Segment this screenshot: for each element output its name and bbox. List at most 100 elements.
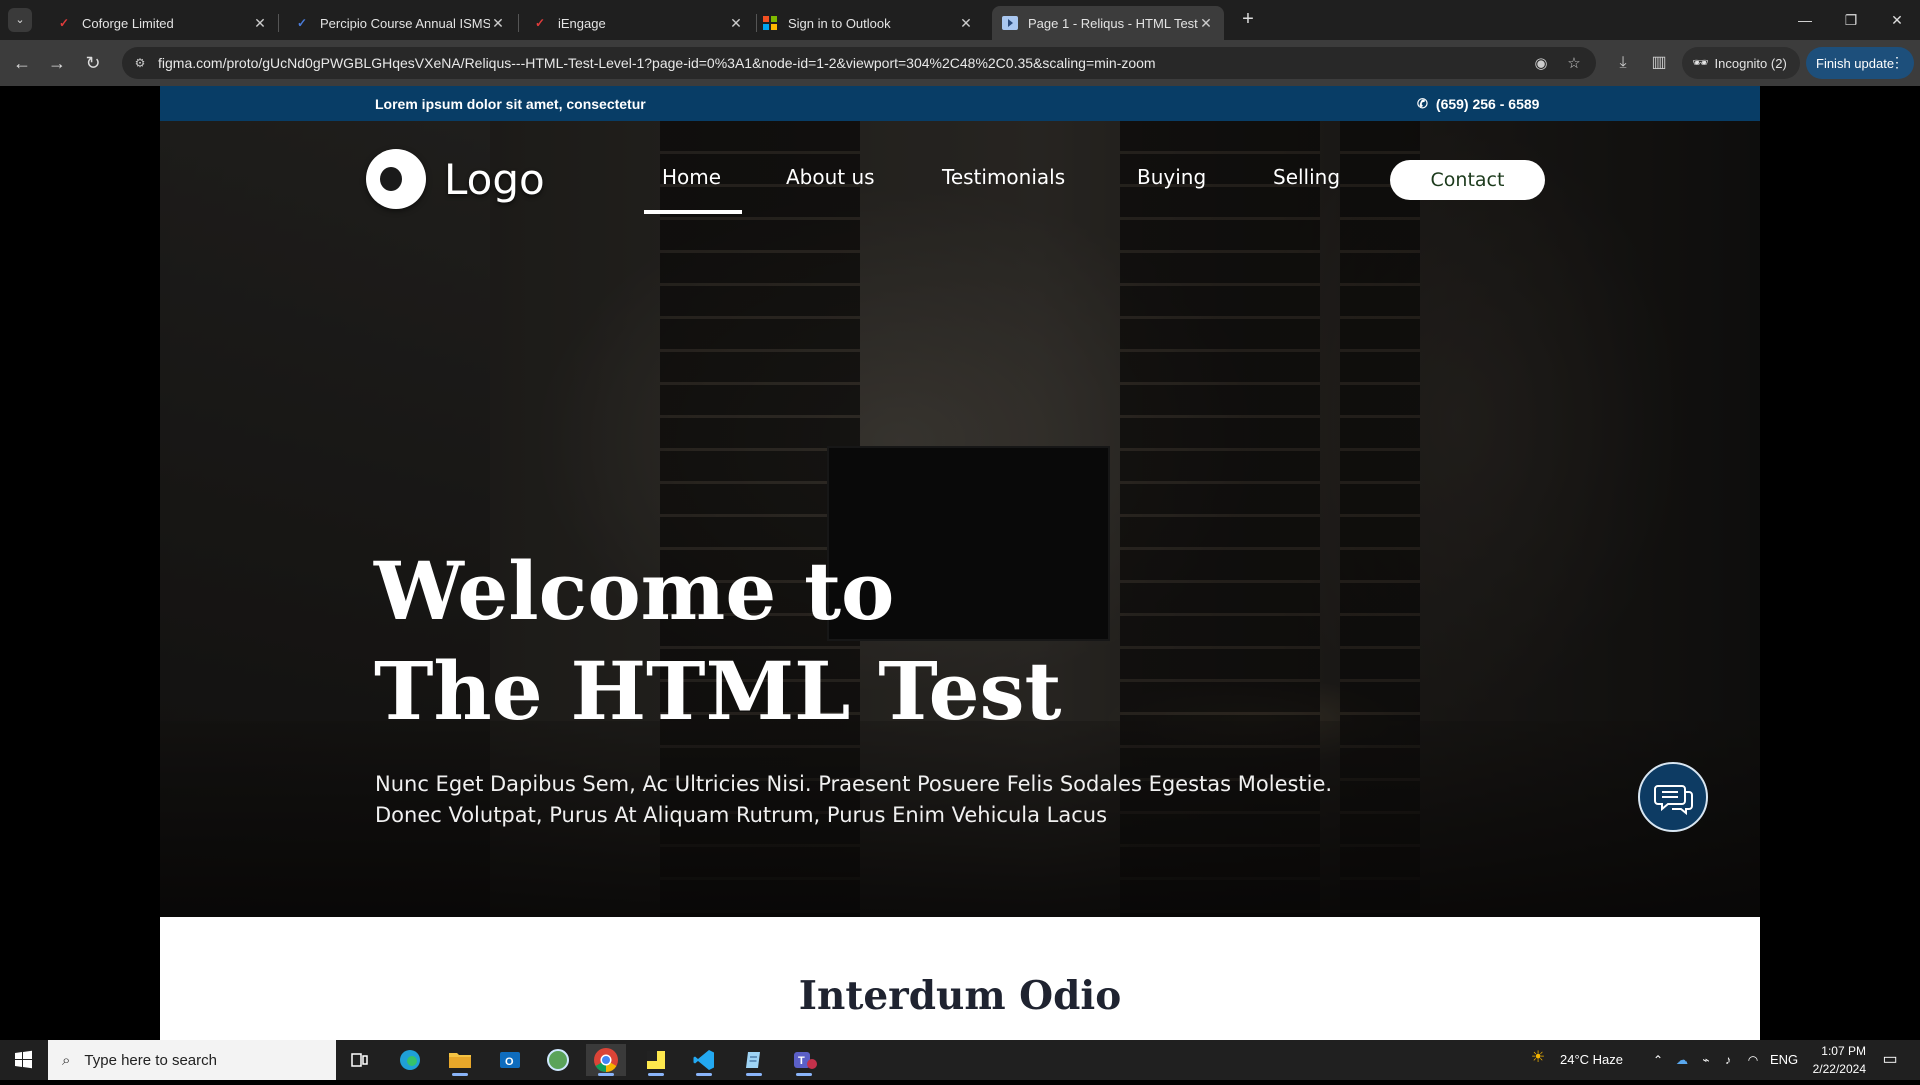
topbar-phone[interactable]: ✆ (659) 256 - 6589: [1417, 96, 1539, 112]
section-heading: Interdum Odio: [798, 973, 1122, 1019]
minimize-icon[interactable]: —: [1790, 8, 1820, 32]
topbar-tagline: Lorem ipsum dolor sit amet, consectetur: [375, 96, 646, 112]
notepad-icon[interactable]: [734, 1044, 774, 1076]
tab-iengage[interactable]: ✓ iEngage ✕: [522, 6, 754, 40]
weather-haze-icon[interactable]: ☀: [1528, 1050, 1548, 1066]
taskbar-search-input[interactable]: ⌕ Type here to search: [48, 1040, 336, 1080]
sticky-notes-icon[interactable]: [636, 1044, 676, 1076]
eye-off-icon[interactable]: ◉: [1532, 55, 1550, 73]
top-info-bar: Lorem ipsum dolor sit amet, consectetur …: [160, 86, 1760, 121]
outlook-icon[interactable]: O: [490, 1044, 530, 1076]
close-icon[interactable]: ✕: [728, 15, 744, 32]
language-indicator[interactable]: ENG: [1770, 1052, 1798, 1067]
wifi-icon[interactable]: ◠: [1745, 1052, 1761, 1068]
chrome-browser-icon[interactable]: [586, 1044, 626, 1076]
phone-icon: ✆: [1417, 96, 1428, 111]
finish-update-button[interactable]: Finish update ⋮: [1806, 47, 1914, 79]
chat-button[interactable]: [1638, 762, 1708, 832]
address-bar[interactable]: ⚙ figma.com/proto/gUcNd0gPWGBLGHqesVXeNA…: [122, 47, 1596, 79]
svg-text:T: T: [798, 1055, 805, 1067]
tab-search-button[interactable]: ⌄: [8, 8, 32, 32]
onedrive-icon[interactable]: ☁: [1674, 1052, 1690, 1068]
weather-text[interactable]: 24°C Haze: [1560, 1052, 1623, 1067]
hero-title: Welcome to The HTML Test: [374, 541, 1061, 741]
bookmark-star-icon[interactable]: ☆: [1565, 55, 1583, 73]
main-navigation: Logo Home About us Testimonials Buying S…: [160, 121, 1760, 241]
tab-title: Percipio Course Annual ISMS C: [320, 15, 490, 31]
running-indicator: [598, 1073, 614, 1076]
figma-prototype-frame: Lorem ipsum dolor sit amet, consectetur …: [160, 86, 1760, 1040]
vscode-icon[interactable]: [684, 1044, 724, 1076]
microsoft-favicon-icon: [762, 15, 778, 31]
restore-icon[interactable]: ❐: [1836, 8, 1866, 32]
tab-divider: [518, 14, 519, 32]
content-section: Interdum Odio: [160, 917, 1760, 1040]
tab-title: Coforge Limited: [82, 15, 174, 31]
clock-date[interactable]: 2/22/2024: [1806, 1062, 1866, 1076]
side-panel-icon[interactable]: ▥: [1648, 52, 1670, 74]
tab-title: iEngage: [558, 15, 606, 31]
nav-item-buying[interactable]: Buying: [1137, 165, 1206, 189]
site-logo[interactable]: Logo: [366, 149, 545, 209]
running-indicator: [796, 1073, 812, 1076]
notifications-icon[interactable]: ▭: [1880, 1052, 1900, 1068]
close-icon[interactable]: ✕: [490, 15, 506, 32]
phone-number: (659) 256 - 6589: [1435, 96, 1540, 112]
back-icon[interactable]: ←: [10, 51, 34, 75]
running-indicator: [648, 1073, 664, 1076]
running-indicator: [746, 1073, 762, 1076]
coforge-favicon-icon: ✓: [58, 16, 70, 30]
incognito-badge[interactable]: 🕶 Incognito (2): [1682, 47, 1800, 79]
new-tab-button[interactable]: +: [1236, 8, 1260, 32]
network-status-icon[interactable]: ⌁: [1698, 1052, 1714, 1068]
tab-figma-active[interactable]: Page 1 - Reliqus - HTML Test Le ✕: [992, 6, 1224, 40]
close-icon[interactable]: ✕: [1198, 15, 1214, 32]
svg-text:O: O: [505, 1056, 514, 1068]
tab-percipio[interactable]: ✓ Percipio Course Annual ISMS C ✕: [284, 6, 516, 40]
running-indicator: [452, 1073, 468, 1076]
coforge-favicon-icon: ✓: [534, 16, 546, 30]
show-hidden-icons-icon[interactable]: ⌃: [1650, 1052, 1666, 1068]
logo-mark-icon: [366, 149, 426, 209]
hero-title-line: The HTML Test: [374, 644, 1062, 738]
download-icon[interactable]: ⤓: [1612, 52, 1634, 74]
volume-icon[interactable]: ♪: [1720, 1052, 1736, 1068]
running-indicator: [696, 1073, 712, 1076]
edge-browser-icon[interactable]: [390, 1044, 430, 1076]
tab-title: Sign in to Outlook: [788, 15, 891, 31]
more-options-icon[interactable]: ⋮: [1890, 54, 1904, 71]
forward-icon[interactable]: →: [45, 51, 69, 75]
hero-section: Logo Home About us Testimonials Buying S…: [160, 121, 1760, 917]
page-viewport: Lorem ipsum dolor sit amet, consectetur …: [0, 86, 1920, 1040]
windows-logo-icon: [15, 1050, 32, 1069]
search-placeholder: Type here to search: [84, 1051, 217, 1069]
hero-title-line: Welcome to: [374, 544, 895, 638]
chat-bubbles-icon: [1654, 785, 1693, 816]
site-info-icon[interactable]: ⚙: [132, 55, 148, 71]
nav-item-selling[interactable]: Selling: [1273, 165, 1340, 189]
url-text[interactable]: figma.com/proto/gUcNd0gPWGBLGHqesVXeNA/R…: [158, 55, 1156, 71]
hero-subtitle: Nunc Eget Dapibus Sem, Ac Ultricies Nisi…: [375, 772, 1333, 827]
contact-button[interactable]: Contact: [1390, 160, 1545, 200]
browser-tab-bar: ⌄ ✓ Coforge Limited ✕ ✓ Percipio Course …: [0, 0, 1920, 40]
tab-divider: [278, 14, 279, 32]
nav-item-testimonials[interactable]: Testimonials: [942, 165, 1065, 189]
clock-time[interactable]: 1:07 PM: [1812, 1044, 1866, 1058]
nav-item-about-us[interactable]: About us: [786, 165, 875, 189]
globe-app-icon[interactable]: [538, 1044, 578, 1076]
teams-icon[interactable]: T: [784, 1044, 824, 1076]
task-view-icon[interactable]: [340, 1044, 380, 1076]
window-close-icon[interactable]: ✕: [1882, 8, 1912, 32]
figma-favicon-icon: [1002, 15, 1018, 31]
close-icon[interactable]: ✕: [252, 15, 268, 32]
reload-icon[interactable]: ↻: [81, 51, 105, 75]
windows-start-button[interactable]: [0, 1040, 46, 1080]
close-icon[interactable]: ✕: [958, 15, 974, 32]
incognito-label: Incognito (2): [1714, 55, 1787, 71]
browser-toolbar: ← → ↻ ⚙ figma.com/proto/gUcNd0gPWGBLGHqe…: [0, 40, 1920, 86]
tab-title: Page 1 - Reliqus - HTML Test Le: [1028, 15, 1198, 31]
tab-coforge[interactable]: ✓ Coforge Limited ✕: [46, 6, 278, 40]
file-explorer-icon[interactable]: [440, 1044, 480, 1076]
tab-outlook[interactable]: Sign in to Outlook ✕: [752, 6, 984, 40]
nav-item-home[interactable]: Home: [662, 165, 721, 189]
